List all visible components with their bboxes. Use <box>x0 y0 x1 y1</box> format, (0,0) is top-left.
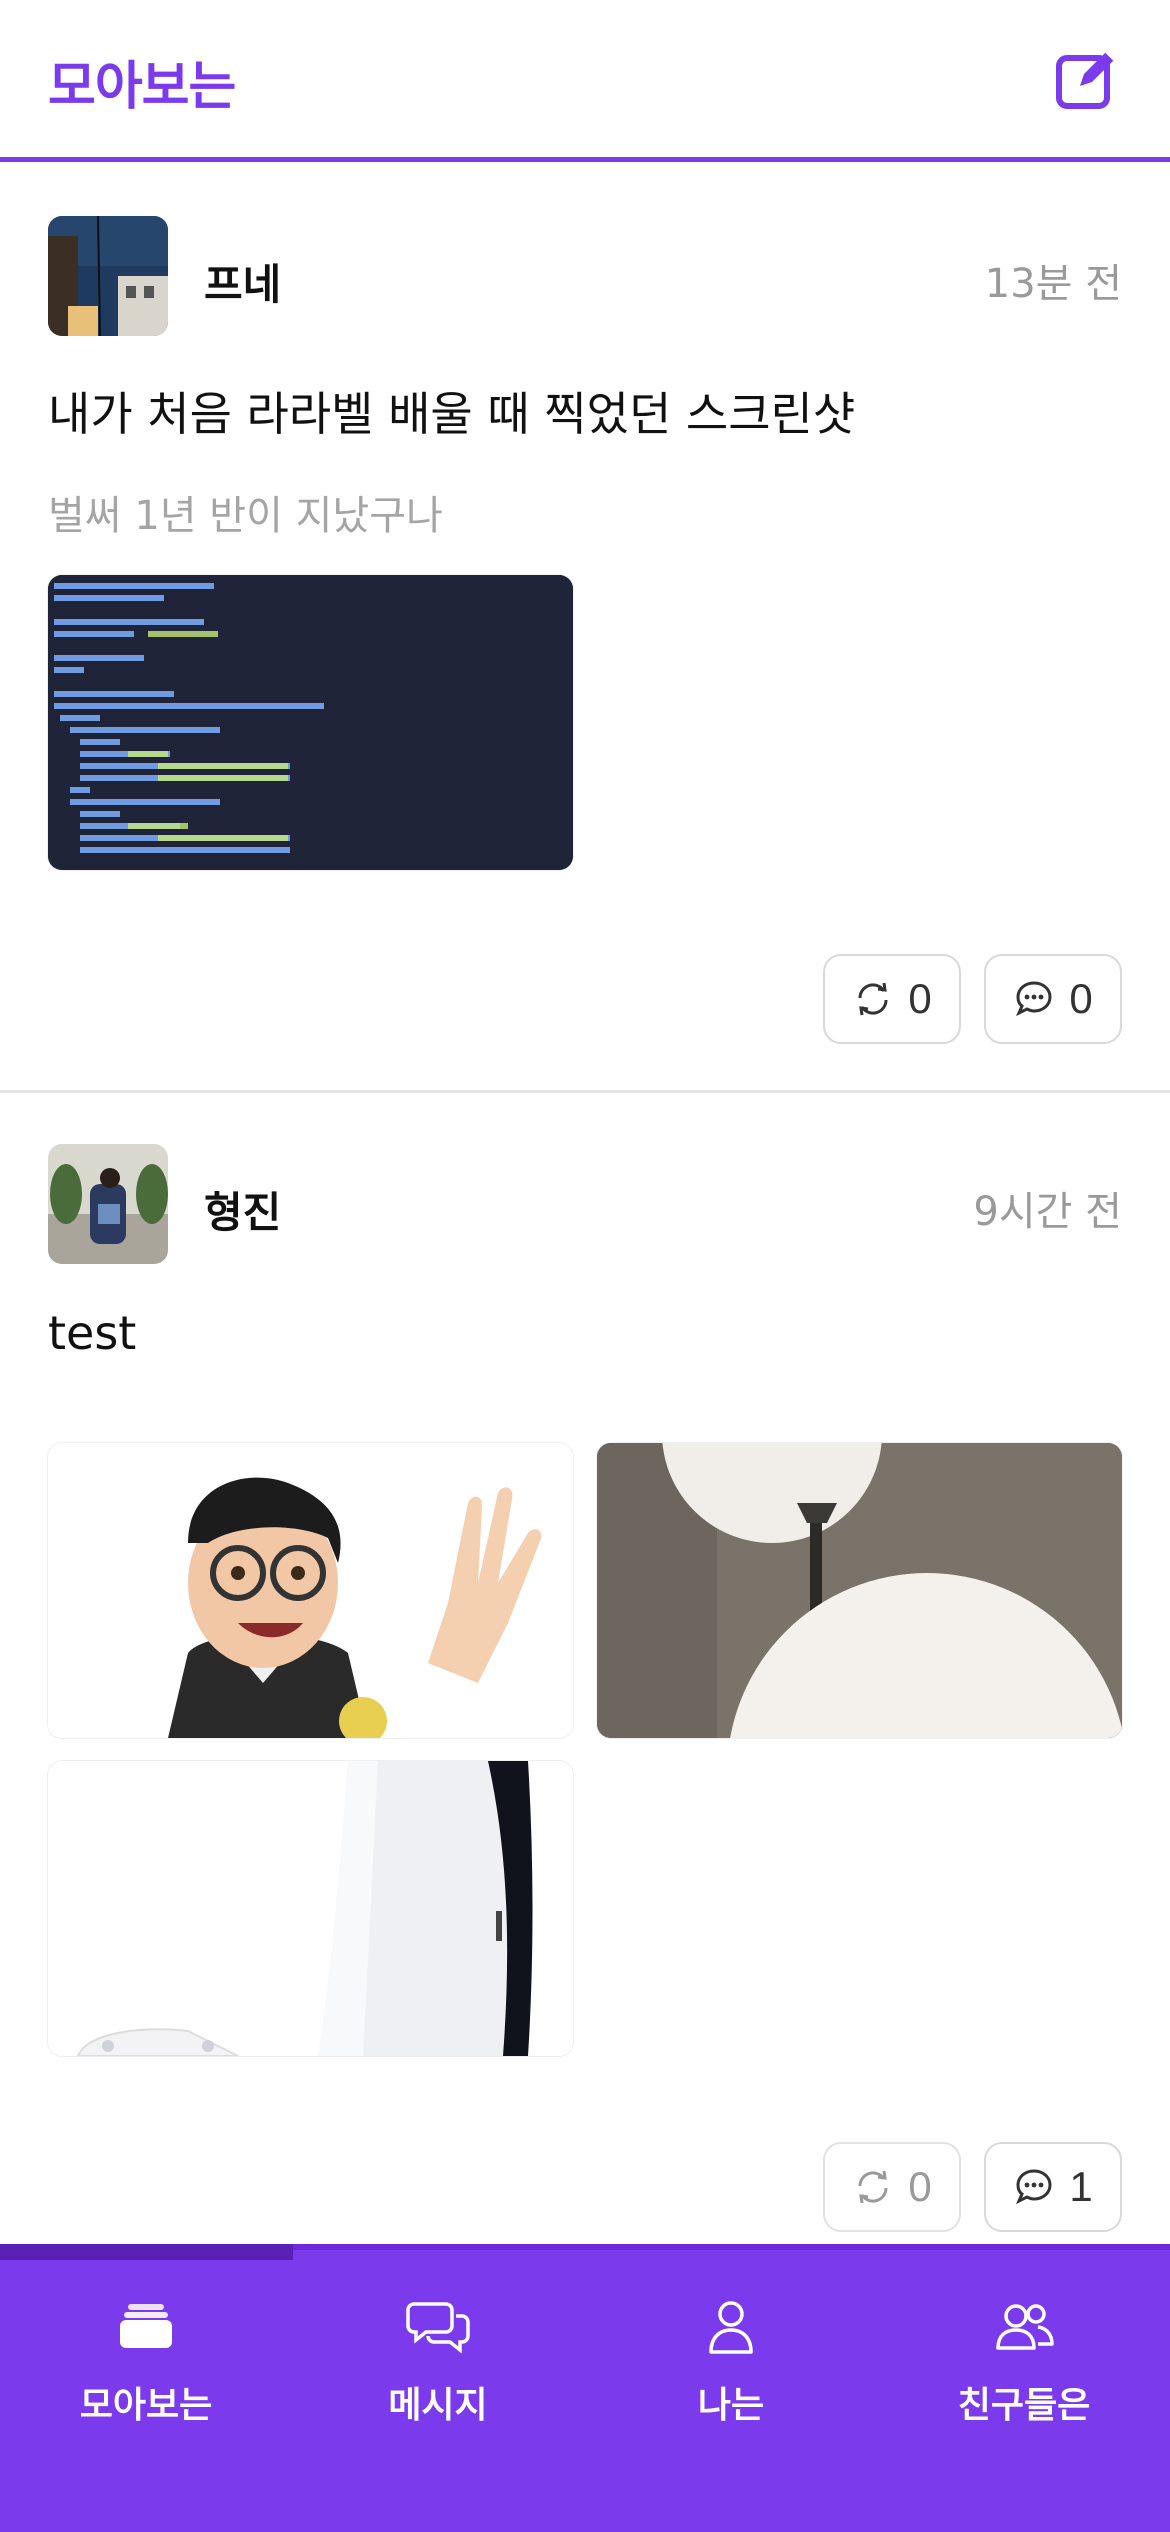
bottom-nav: 모아보는 메시지 나는 친구들은 <box>0 2244 1170 2532</box>
post-image[interactable] <box>48 575 573 870</box>
comment-icon <box>1016 2169 1052 2205</box>
post-image[interactable] <box>48 1761 573 2056</box>
comment-icon <box>1016 981 1052 1017</box>
post-image[interactable] <box>48 1443 573 1738</box>
nav-item-messages[interactable]: 메시지 <box>292 2294 584 2474</box>
repost-button[interactable]: 0 <box>823 954 961 1044</box>
user-icon <box>709 2301 753 2354</box>
chat-bubbles-icon <box>406 2302 470 2354</box>
comment-button[interactable]: 1 <box>984 2142 1122 2232</box>
nav-item-feed[interactable]: 모아보는 <box>0 2294 292 2474</box>
post-time: 13분 전 <box>984 261 1122 307</box>
compose-icon[interactable] <box>1054 46 1120 112</box>
comment-button[interactable]: 0 <box>984 954 1122 1044</box>
nav-item-me[interactable]: 나는 <box>585 2294 877 2474</box>
repost-icon <box>858 982 888 1016</box>
post-text: 내가 처음 라라벨 배울 때 찍었던 스크린샷 <box>48 387 856 441</box>
comment-count: 0 <box>1069 975 1093 1022</box>
author-name[interactable]: 프네 <box>204 251 281 312</box>
avatar[interactable] <box>48 216 168 336</box>
page-title: 모아보는 <box>48 57 236 117</box>
comment-count: 1 <box>1069 2163 1093 2210</box>
avatar[interactable] <box>48 1144 168 1264</box>
repost-count: 0 <box>908 2163 932 2210</box>
nav-item-friends[interactable]: 친구들은 <box>878 2294 1170 2474</box>
repost-icon <box>858 2170 888 2204</box>
active-tab-indicator <box>0 2244 293 2260</box>
nav-label: 나는 <box>697 2385 765 2426</box>
post-time: 9시간 전 <box>973 1189 1122 1235</box>
nav-label: 모아보는 <box>79 2385 213 2426</box>
cards-icon <box>120 2304 172 2348</box>
author-name[interactable]: 형진 <box>204 1179 281 1240</box>
app-header: 모아보는 <box>0 0 1170 162</box>
post-text: test <box>48 1306 137 1360</box>
post-image[interactable] <box>597 1443 1122 1738</box>
post-card[interactable]: 형진 9시간 전 test 0 1 <box>0 1094 1170 2244</box>
post-card[interactable]: 프네 13분 전 내가 처음 라라벨 배울 때 찍었던 스크린샷 벌써 1년 반… <box>0 167 1170 1093</box>
nav-label: 친구들은 <box>957 2385 1091 2426</box>
repost-count: 0 <box>908 975 932 1022</box>
repost-button[interactable]: 0 <box>823 2142 961 2232</box>
nav-label: 메시지 <box>388 2385 488 2426</box>
post-subtext: 벌써 1년 반이 지났구나 <box>48 493 443 539</box>
users-icon <box>996 2304 1054 2350</box>
